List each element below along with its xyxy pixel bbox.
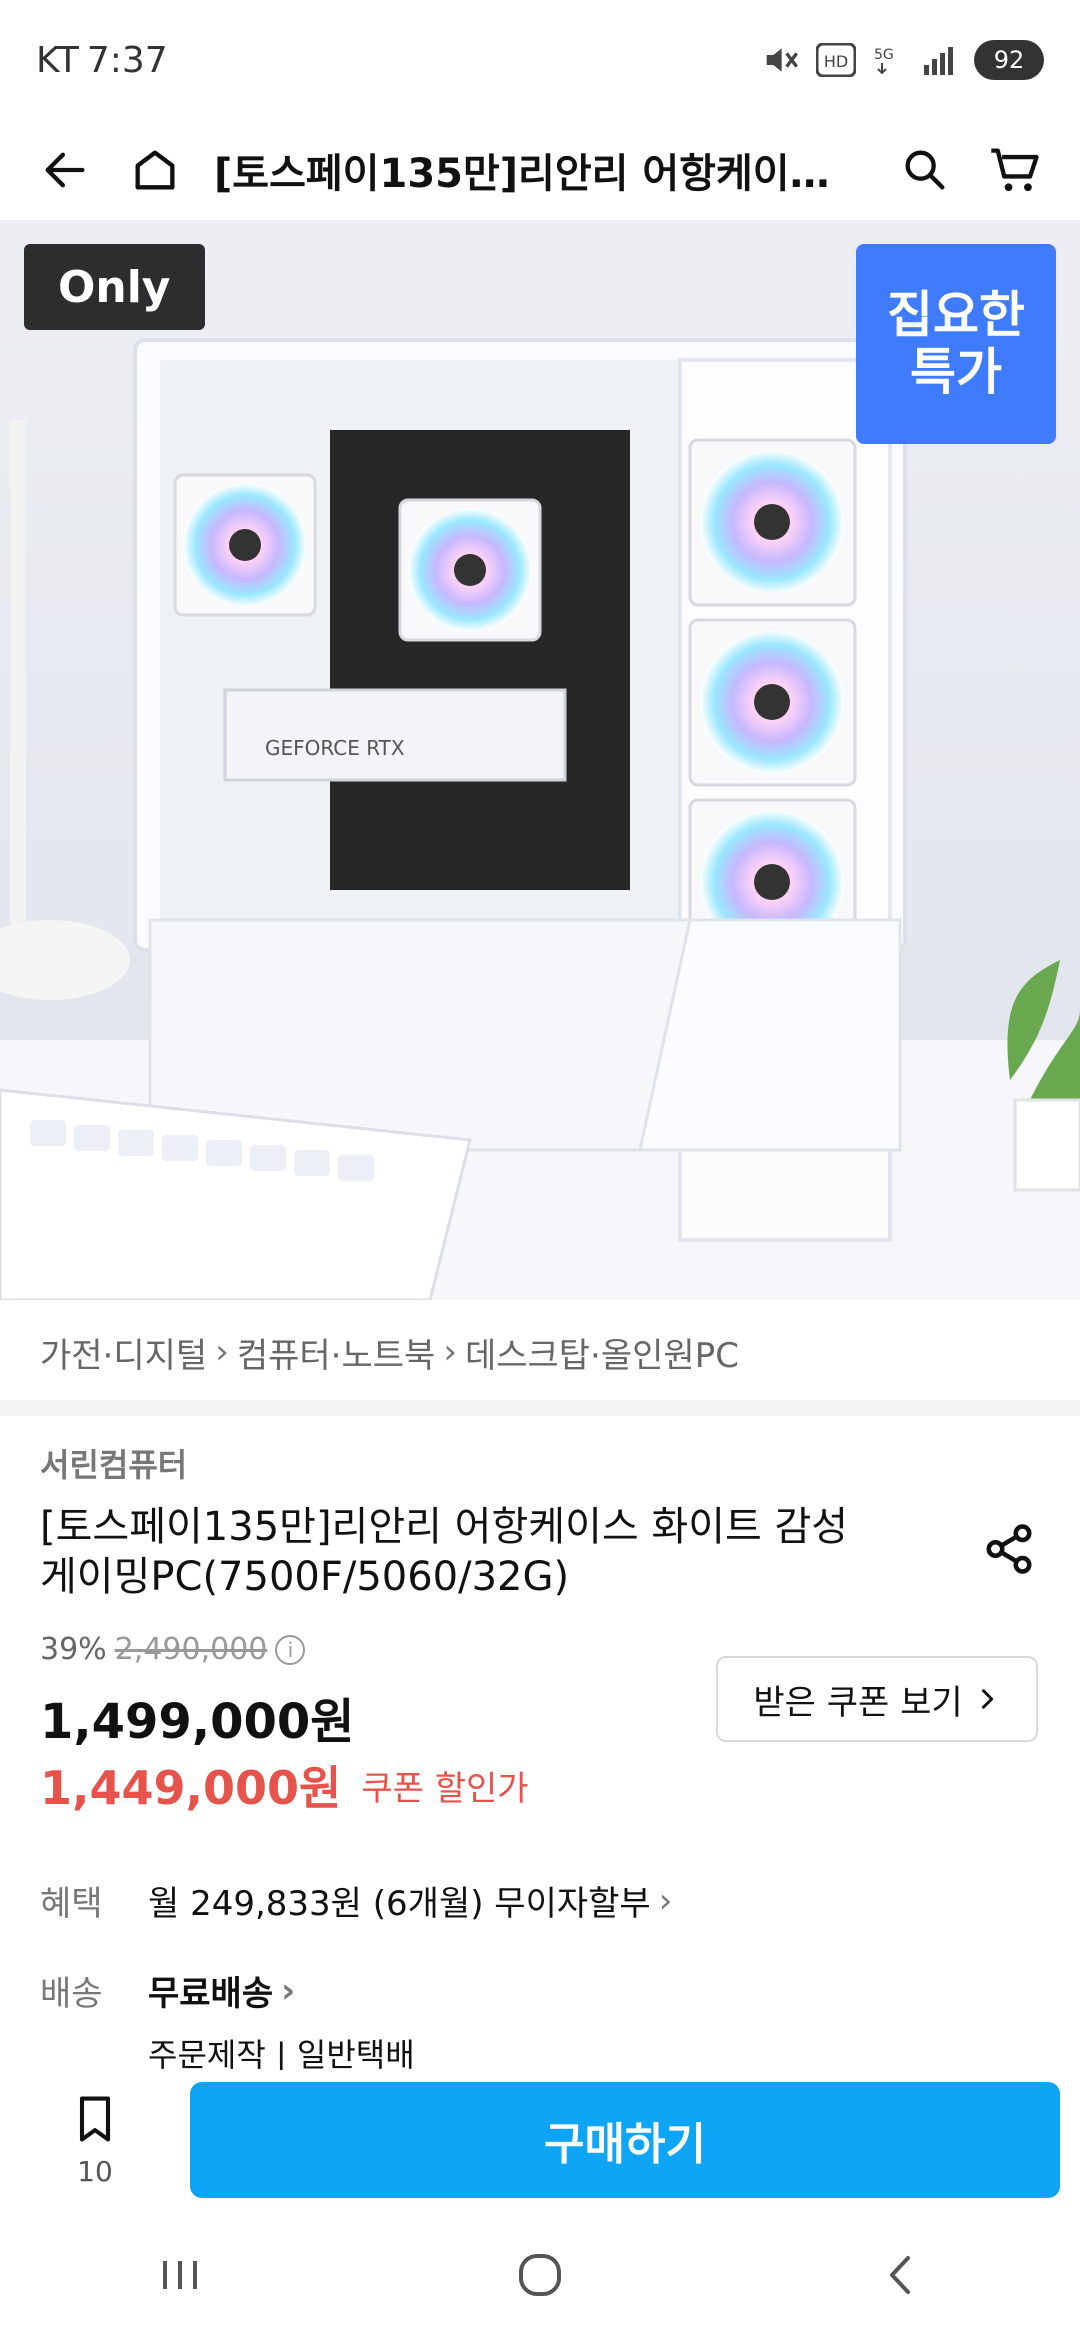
coupon-price: 1,449,000원 — [40, 1761, 342, 1815]
breadcrumb-item[interactable]: 데스크탑·올인원PC — [465, 1328, 739, 1377]
seller-name[interactable]: 서린컴퓨터 — [40, 1440, 187, 1486]
promo-badge: 집요한 특가 — [856, 244, 1056, 444]
carrier: KT — [36, 39, 79, 81]
bottom-action-bar: 10 구매하기 — [0, 2070, 1080, 2210]
buy-button[interactable]: 구매하기 — [190, 2082, 1060, 2198]
benefits-value: 월 249,833원 (6개월) 무이자할부 › — [148, 1876, 672, 1925]
status-bar: KT 7:37 HD 5G 92 — [0, 0, 1080, 120]
cart-button[interactable] — [970, 125, 1060, 215]
system-nav-bar — [0, 2210, 1080, 2340]
breadcrumb: 가전·디지털 › 컴퓨터·노트북 › 데스크탑·올인원PC — [40, 1320, 739, 1384]
info-icon[interactable]: i — [275, 1634, 306, 1665]
chevron-right-icon: › — [443, 1332, 457, 1372]
network-5g-icon: 5G — [872, 43, 906, 77]
breadcrumb-item[interactable]: 컴퓨터·노트북 — [237, 1328, 436, 1377]
discount-percent: 39% — [40, 1632, 107, 1667]
share-button[interactable] — [974, 1514, 1044, 1584]
system-back-button[interactable] — [840, 2230, 960, 2320]
svg-text:HD: HD — [824, 52, 848, 71]
chevron-right-icon — [981, 1689, 993, 1709]
section-divider — [0, 1400, 1080, 1416]
system-home-button[interactable] — [480, 2230, 600, 2320]
recent-apps-button[interactable] — [120, 2230, 240, 2320]
recent-apps-icon — [163, 2261, 197, 2289]
hd-icon: HD — [816, 43, 856, 77]
product-title-line1: [토스페이135만]리안리 어항케이스 화이트 감성 — [40, 1504, 849, 1550]
discount-row: 39% 2,490,000 i — [40, 1632, 306, 1667]
benefits-label: 혜택 — [40, 1884, 103, 1924]
only-badge: Only — [24, 244, 205, 330]
battery-indicator: 92 — [974, 40, 1044, 80]
chevron-right-icon: › — [281, 1970, 296, 2011]
share-icon — [986, 1524, 1032, 1574]
bookmark-count: 10 — [77, 2154, 113, 2188]
home-icon — [135, 150, 175, 190]
cart-icon — [991, 148, 1039, 192]
coupon-price-row: 1,449,000원 쿠폰 할인가 — [40, 1752, 529, 1818]
bookmark-button[interactable]: 10 — [20, 2080, 170, 2200]
svg-text:GEFORCE RTX: GEFORCE RTX — [265, 736, 405, 760]
back-button[interactable] — [20, 125, 110, 215]
chevron-right-icon: › — [215, 1332, 229, 1372]
search-icon — [905, 150, 945, 190]
promo-badge-line2: 특가 — [910, 343, 1002, 401]
shipping-value: 무료배송 › — [148, 1966, 295, 2015]
shipping-row[interactable]: 배송 무료배송 › — [40, 1966, 295, 2015]
shipping-value-text: 무료배송 — [148, 1974, 274, 2014]
arrow-left-icon — [45, 152, 85, 188]
bookmark-icon — [79, 2096, 111, 2141]
status-icons: HD 5G 92 — [760, 40, 1044, 80]
page-title: [토스페이135만]리안리 어항케이스 화이트 감성 게이밍PC(7500F/5… — [214, 151, 880, 197]
benefits-value-text: 월 249,833원 (6개월) 무이자할부 — [148, 1884, 651, 1924]
product-image[interactable]: GEFORCE RTX Only 집요한 특가 — [0, 220, 1080, 1300]
view-coupons-button[interactable]: 받은 쿠폰 보기 — [716, 1656, 1038, 1742]
coupon-price-label: 쿠폰 할인가 — [361, 1768, 529, 1809]
benefits-row[interactable]: 혜택 월 249,833원 (6개월) 무이자할부 › — [40, 1876, 672, 1925]
product-title-line2: 게이밍PC(7500F/5060/32G) — [40, 1554, 570, 1600]
carrier-time: KT 7:37 — [36, 40, 168, 81]
view-coupons-label: 받은 쿠폰 보기 — [753, 1682, 963, 1723]
svg-text:5G: 5G — [874, 47, 894, 63]
home-button[interactable] — [110, 125, 200, 215]
home-circle-icon — [519, 2254, 561, 2296]
original-price: 2,490,000 — [114, 1632, 268, 1667]
shipping-label: 배송 — [40, 1974, 103, 2014]
signal-icon — [922, 43, 958, 77]
back-chevron-icon — [890, 2256, 910, 2294]
search-button[interactable] — [880, 125, 970, 215]
product-title: [토스페이135만]리안리 어항케이스 화이트 감성 게이밍PC(7500F/5… — [40, 1502, 950, 1602]
sale-price: 1,499,000원 — [40, 1694, 355, 1750]
promo-badge-line1: 집요한 — [887, 285, 1025, 344]
app-bar: [토스페이135만]리안리 어항케이스 화이트 감성 게이밍PC(7500F/5… — [0, 120, 1080, 220]
chevron-right-icon: › — [658, 1880, 673, 1921]
time: 7:37 — [86, 39, 168, 81]
breadcrumb-item[interactable]: 가전·디지털 — [40, 1328, 207, 1377]
mute-icon — [760, 40, 800, 80]
